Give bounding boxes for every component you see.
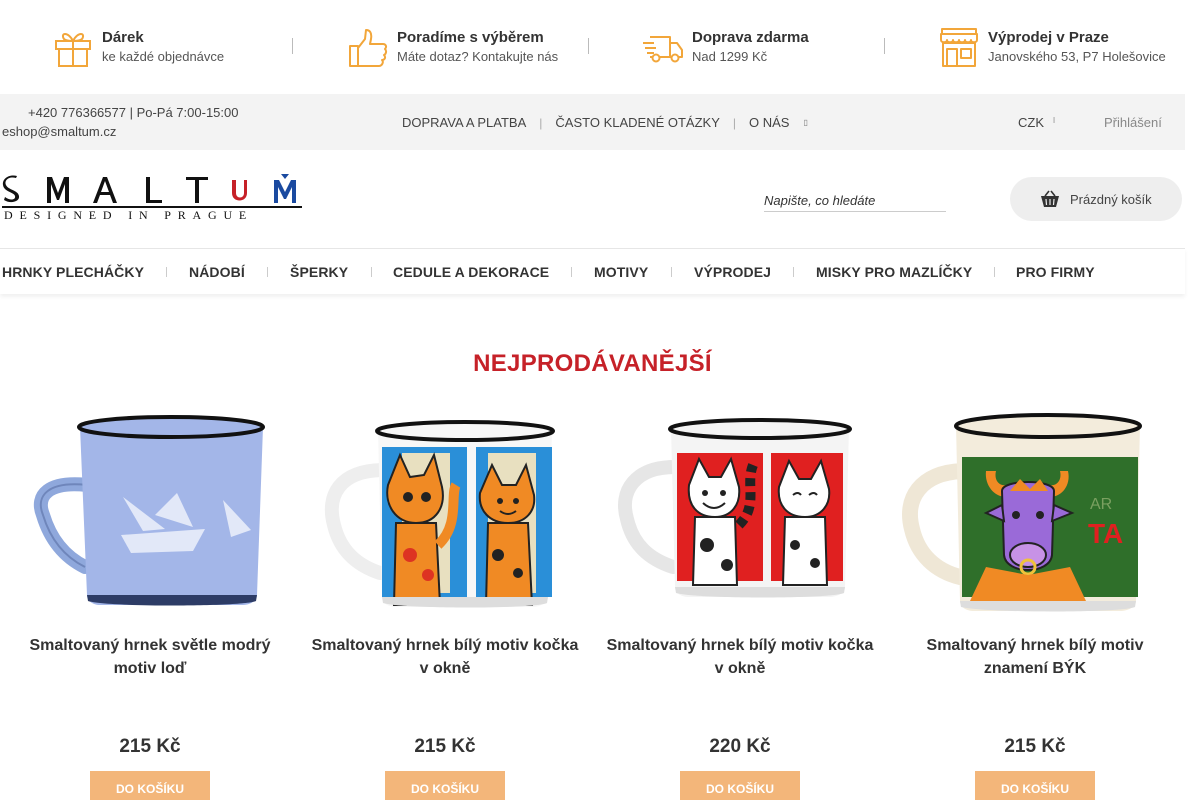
search-input[interactable] (764, 190, 946, 208)
usp-gift: Dárek ke každé objednávce (52, 27, 224, 69)
product-name[interactable]: Smaltovaný hrnek bílý motiv kočka v okně (605, 634, 875, 680)
usp-subtitle: Máte dotaz? Kontakujte nás (397, 49, 559, 64)
logo[interactable]: DESIGNED IN PRAGUE (2, 172, 302, 224)
product-name[interactable]: Smaltovaný hrnek světle modrý motiv loď (15, 634, 285, 680)
product-price: 215 Kč (414, 736, 476, 757)
main-nav: HRNKY PLECHÁČKY NÁDOBÍ ŠPERKY CEDULE A D… (0, 248, 1185, 294)
product-image[interactable] (595, 405, 885, 620)
nav-divider (267, 267, 268, 277)
add-to-cart-button[interactable]: DO KOŠÍKU (90, 771, 210, 800)
product-image[interactable] (300, 405, 590, 620)
product-image[interactable] (5, 405, 295, 620)
product-price: 220 Kč (709, 736, 771, 757)
cart-label: Prázdný košík (1070, 191, 1152, 207)
usp-title: Poradíme s výběrem (397, 29, 544, 46)
nav-divider (793, 267, 794, 277)
usp-shipping: Doprava zdarma Nad 1299 Kč (642, 27, 809, 69)
thumbs-up-icon (349, 29, 388, 67)
section-title: NEJPRODÁVANĚJŠÍ (473, 350, 712, 377)
usp-title: Výprodej v Praze (988, 29, 1109, 46)
svg-text:AR: AR (1090, 496, 1112, 513)
svg-text:TA: TA (1088, 518, 1123, 549)
nav-divider (671, 267, 672, 277)
product-price: 215 Kč (1004, 736, 1066, 757)
product-card: Smaltovaný hrnek bílý motiv kočka v okně… (595, 405, 885, 800)
basket-icon (1041, 190, 1059, 207)
nav-mugs[interactable]: HRNKY PLECHÁČKY (2, 264, 144, 280)
contact-email[interactable]: eshop@smaltum.cz (2, 124, 116, 139)
nav-pet-bowls[interactable]: MISKY PRO MAZLÍČKY (816, 264, 972, 280)
usp-bar: Dárek ke každé objednávce Poradíme s výb… (0, 0, 1185, 94)
usp-store: Výprodej v Praze Janovského 53, P7 Holeš… (938, 27, 1166, 69)
usp-title: Doprava zdarma (692, 29, 809, 46)
topnav-divider: | (539, 115, 543, 130)
topnav-faq[interactable]: ČASTO KLADENÉ OTÁZKY (555, 115, 719, 130)
contact-phone[interactable]: +420 776366577 | Po-Pá 7:00-15:00 (28, 105, 238, 120)
product-card: Smaltovaný hrnek bílý motiv kočka v okně… (300, 405, 590, 800)
chevron-down-icon[interactable]: ▯ (803, 118, 807, 127)
topnav-divider: | (732, 115, 736, 130)
top-bar: +420 776366577 | Po-Pá 7:00-15:00 eshop@… (0, 94, 1185, 150)
product-card: Smaltovaný hrnek světle modrý motiv loď … (5, 405, 295, 800)
usp-divider (884, 38, 885, 54)
topnav-about[interactable]: O NÁS (749, 115, 789, 130)
chevron-down-icon[interactable]: ǀ (1053, 116, 1055, 125)
login-link[interactable]: Přihlášení (1104, 115, 1162, 130)
nav-divider (166, 267, 167, 277)
shop-icon (940, 28, 978, 67)
nav-divider (371, 267, 372, 277)
usp-divider (292, 38, 293, 54)
top-nav: DOPRAVA A PLATBA | ČASTO KLADENÉ OTÁZKY … (402, 115, 808, 130)
usp-subtitle: ke každé objednávce (102, 49, 225, 64)
currency-select[interactable]: CZK (1018, 115, 1044, 130)
search-box[interactable] (764, 190, 946, 212)
nav-signs-decor[interactable]: CEDULE A DEKORACE (393, 264, 549, 280)
nav-divider (571, 267, 572, 277)
product-name[interactable]: Smaltovaný hrnek bílý motiv kočka v okně (310, 634, 580, 680)
usp-subtitle: Janovského 53, P7 Holešovice (988, 49, 1166, 64)
product-image[interactable]: TA AR (890, 405, 1180, 620)
add-to-cart-button[interactable]: DO KOŠÍKU (680, 771, 800, 800)
add-to-cart-button[interactable]: DO KOŠÍKU (975, 771, 1095, 800)
nav-sale[interactable]: VÝPRODEJ (694, 264, 771, 280)
nav-motifs[interactable]: MOTIVY (594, 264, 648, 280)
add-to-cart-button[interactable]: DO KOŠÍKU (385, 771, 505, 800)
product-name[interactable]: Smaltovaný hrnek bílý motiv znamení BÝK (900, 634, 1170, 680)
nav-divider (994, 267, 995, 277)
topnav-shipping-payment[interactable]: DOPRAVA A PLATBA (402, 115, 526, 130)
nav-cookware[interactable]: NÁDOBÍ (189, 264, 245, 280)
nav-jewelry[interactable]: ŠPERKY (290, 264, 348, 280)
cart-button[interactable]: Prázdný košík (1010, 177, 1182, 221)
logo-tagline: DESIGNED IN PRAGUE (4, 208, 254, 222)
product-price: 215 Kč (119, 736, 181, 757)
delivery-truck-icon (643, 36, 683, 63)
product-card: TA AR Smaltovaný hrnek bílý motiv znamen… (890, 405, 1180, 800)
usp-advice: Poradíme s výběrem Máte dotaz? Kontakujt… (347, 27, 558, 69)
gift-icon (55, 33, 91, 67)
nav-business[interactable]: PRO FIRMY (1016, 264, 1095, 280)
usp-divider (588, 38, 589, 54)
usp-subtitle: Nad 1299 Kč (692, 49, 768, 64)
usp-title: Dárek (102, 29, 144, 46)
